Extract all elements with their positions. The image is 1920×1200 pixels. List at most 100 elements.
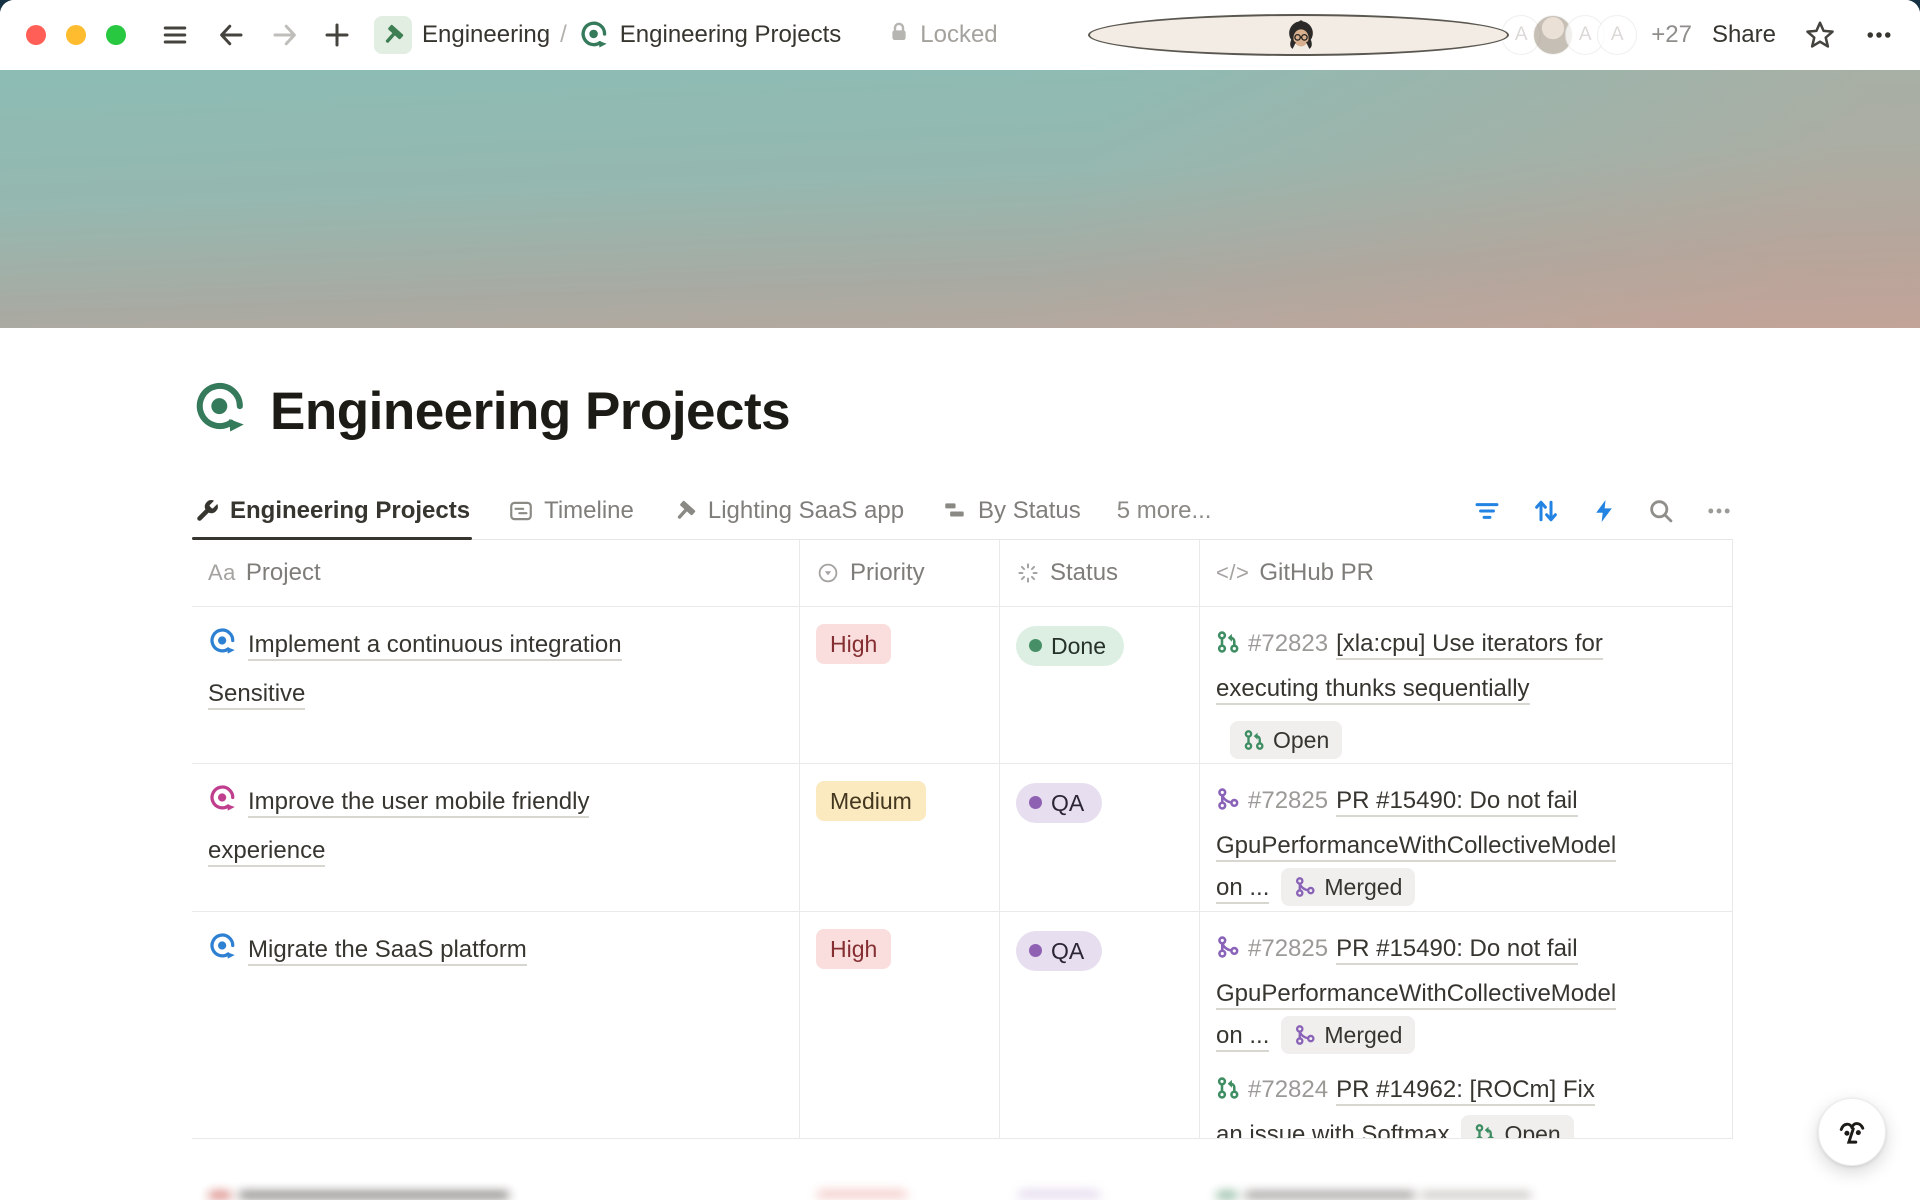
pr-number: #72825 (1248, 787, 1328, 814)
priority-pill: High (816, 624, 891, 664)
project-cell[interactable]: Improve the user mobile friendly experie… (192, 764, 800, 911)
close-window-button[interactable] (26, 25, 46, 45)
pr-number: #72825 (1248, 935, 1328, 962)
pull-request-open-icon (1243, 729, 1265, 751)
spinner-icon (1016, 561, 1040, 585)
status-pill: QA (1016, 931, 1102, 971)
project-cell[interactable]: Implement a continuous integration Sensi… (192, 607, 800, 763)
status-dot (1029, 796, 1042, 809)
status-cell[interactable]: Done (1000, 607, 1200, 763)
app-window: Engineering / Engineering Projects Locke… (0, 0, 1920, 1200)
page-title: Engineering Projects (270, 381, 790, 442)
table-row: Migrate the SaaS platform High QA #72825… (192, 912, 1733, 1139)
share-button[interactable]: Share (1712, 21, 1776, 49)
status-cell[interactable]: QA (1000, 912, 1200, 1138)
priority-cell[interactable]: High (800, 607, 1000, 763)
breadcrumb-root[interactable]: Engineering (422, 21, 550, 49)
new-page-icon[interactable] (322, 20, 352, 50)
zoom-window-button[interactable] (106, 25, 126, 45)
more-views-button[interactable]: 5 more... (1117, 497, 1212, 525)
table-header: Aa Project Priority Status </> GitHub PR (192, 540, 1733, 607)
scroll-gap (192, 1139, 1733, 1173)
github-pr-cell[interactable]: #72825PR #15490: Do not fail GpuPerforma… (1200, 912, 1733, 1138)
status-pill: Done (1016, 626, 1124, 666)
view-tabs: Engineering Projects Timeline Lighting S… (192, 483, 1733, 540)
pr-entry: #72823[xla:cpu] Use iterators for execut… (1216, 623, 1720, 760)
pr-status-badge: Merged (1281, 868, 1415, 906)
pull-request-merged-icon (1216, 783, 1240, 825)
priority-pill: High (816, 929, 891, 969)
minimize-window-button[interactable] (66, 25, 86, 45)
board-icon (942, 498, 968, 524)
pr-number: #72823 (1248, 630, 1328, 657)
pull-request-merged-icon (1294, 876, 1316, 898)
github-pr-cell[interactable]: #72823[xla:cpu] Use iterators for execut… (1200, 607, 1733, 763)
pr-status-badge: Merged (1281, 1016, 1415, 1054)
github-pr-cell[interactable]: #72825PR #15490: Do not fail GpuPerforma… (1200, 764, 1733, 911)
pull-request-open-icon (1474, 1123, 1496, 1138)
status-pill: QA (1016, 783, 1102, 823)
hammer-icon (672, 498, 698, 524)
breadcrumb-separator: / (560, 21, 567, 49)
pr-status-badge: Open (1461, 1115, 1573, 1138)
select-circle-icon (816, 561, 840, 585)
timeline-icon (508, 498, 534, 524)
table-row: Implement a continuous integration Sensi… (192, 607, 1733, 764)
project-cell[interactable]: Migrate the SaaS platform (192, 912, 800, 1138)
star-icon[interactable] (1804, 19, 1836, 51)
pull-request-merged-icon (1216, 931, 1240, 973)
back-icon[interactable] (216, 20, 246, 50)
ai-assistant-button[interactable] (1818, 1098, 1886, 1166)
table-row: Improve the user mobile friendly experie… (192, 764, 1733, 912)
toolbar: Engineering / Engineering Projects Locke… (0, 0, 1920, 70)
avatar-overflow-count[interactable]: +27 (1651, 21, 1692, 49)
pr-status-badge: Open (1230, 721, 1342, 759)
column-header-status[interactable]: Status (1000, 540, 1200, 606)
text-type-icon: Aa (208, 560, 236, 586)
page-icon[interactable] (192, 380, 250, 443)
pull-request-open-icon (1216, 1072, 1240, 1114)
priority-cell[interactable]: Medium (800, 764, 1000, 911)
pr-entry: #72824PR #14962: [ROCm] Fix an issue wit… (1216, 1069, 1720, 1138)
project-link[interactable]: Migrate the SaaS platform (248, 936, 527, 966)
lock-status[interactable]: Locked (887, 20, 997, 51)
search-icon[interactable] (1647, 497, 1675, 525)
column-header-project[interactable]: Aa Project (192, 540, 800, 606)
code-icon: </> (1216, 560, 1249, 586)
cover-image[interactable] (0, 70, 1920, 328)
avatar-stack[interactable]: A A A (1088, 14, 1637, 56)
filter-icon[interactable] (1473, 497, 1501, 525)
tab-timeline[interactable]: Timeline (506, 483, 636, 539)
column-header-github-pr[interactable]: </> GitHub PR (1200, 540, 1733, 606)
pr-entry: #72825PR #15490: Do not fail GpuPerforma… (1216, 780, 1720, 909)
breadcrumb-current[interactable]: Engineering Projects (620, 21, 841, 49)
status-cell[interactable]: QA (1000, 764, 1200, 911)
cycle-icon (208, 932, 238, 977)
clipped-next-row (192, 1173, 1733, 1198)
pr-entry: #72825PR #15490: Do not fail GpuPerforma… (1216, 928, 1720, 1057)
lock-icon (887, 20, 911, 51)
pull-request-merged-icon (1294, 1024, 1316, 1046)
page-body: Engineering Projects Engineering Project… (0, 380, 1920, 1198)
tab-lighting-saas-app[interactable]: Lighting SaaS app (670, 483, 906, 539)
view-options-icon[interactable] (1705, 497, 1733, 525)
tab-engineering-projects[interactable]: Engineering Projects (192, 483, 472, 539)
forward-icon[interactable] (270, 20, 300, 50)
menu-icon[interactable] (160, 20, 190, 50)
pull-request-open-icon (1216, 626, 1240, 668)
status-dot (1029, 639, 1042, 652)
tab-by-status[interactable]: By Status (940, 483, 1083, 539)
more-options-icon[interactable] (1864, 20, 1894, 50)
priority-cell[interactable]: High (800, 912, 1000, 1138)
project-link[interactable]: Improve the user mobile friendly experie… (208, 788, 589, 867)
avatar: A (1597, 15, 1637, 55)
project-link[interactable]: Implement a continuous integration Sensi… (208, 631, 622, 710)
window-controls (26, 25, 126, 45)
avatar (1088, 14, 1509, 56)
lightning-icon[interactable] (1591, 498, 1617, 524)
column-header-priority[interactable]: Priority (800, 540, 1000, 606)
cycle-icon (208, 627, 238, 672)
priority-pill: Medium (816, 781, 926, 821)
cycle-icon (579, 20, 610, 51)
sort-icon[interactable] (1531, 496, 1561, 526)
